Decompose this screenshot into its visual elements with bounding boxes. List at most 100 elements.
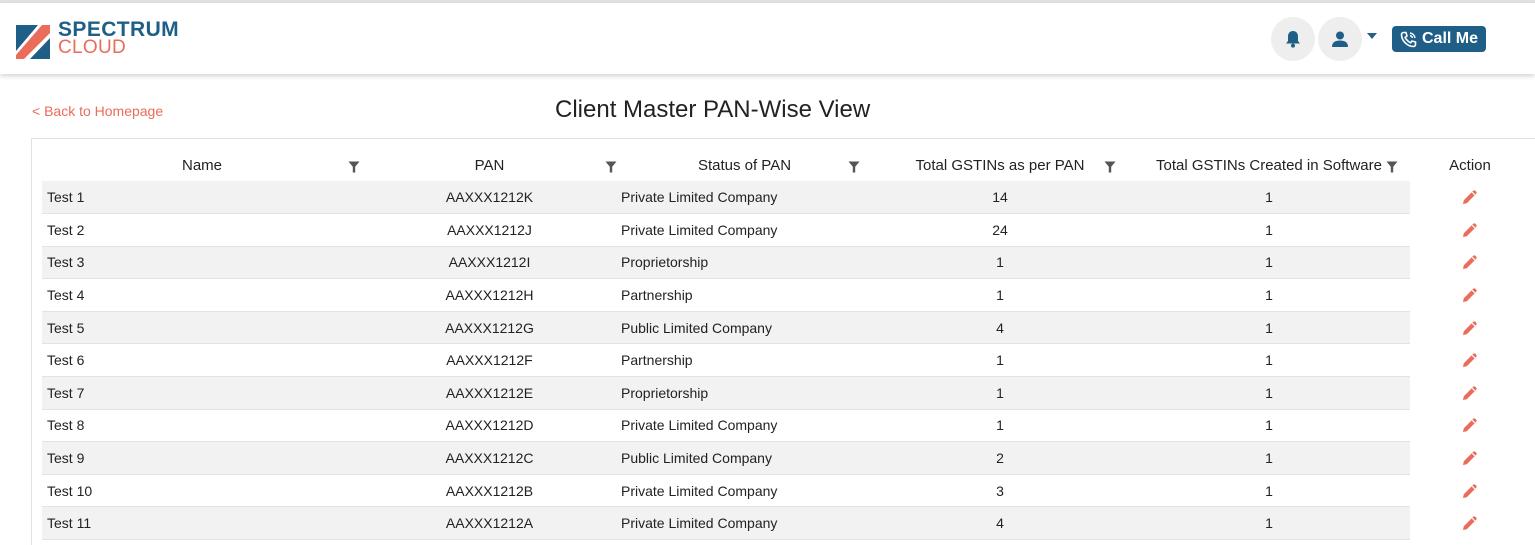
edit-action-cell[interactable] <box>1410 311 1530 344</box>
gstins-created-cell: 1 <box>1128 474 1410 508</box>
table-row[interactable]: Test 5 AAXXX1212G Public Limited Company 4 1 <box>42 311 1530 345</box>
table-row[interactable]: Test 7 AAXXX1212E Proprietorship 1 1 <box>42 376 1530 410</box>
table-header-row: Name PAN Status of PAN Total GSTINs as p… <box>42 150 1530 181</box>
edit-pencil-icon[interactable] <box>1460 513 1480 533</box>
column-header-pan[interactable]: PAN <box>362 150 617 181</box>
gstins-per-pan-cell: 2 <box>872 441 1128 475</box>
edit-pencil-icon[interactable] <box>1460 481 1480 501</box>
client-name-link[interactable]: Test 11 <box>42 506 362 541</box>
pan-cell: AAXXX1212H <box>362 278 617 312</box>
edit-pencil-icon[interactable] <box>1460 383 1480 403</box>
top-header: SPECTRUM CLOUD Call Me <box>0 3 1535 74</box>
edit-action-cell[interactable] <box>1410 507 1530 540</box>
client-name-link[interactable]: Test 6 <box>42 343 362 378</box>
client-name-link[interactable]: Test 4 <box>42 278 362 312</box>
column-header-label: Action <box>1449 157 1491 174</box>
column-header-gstins-per-pan[interactable]: Total GSTINs as per PAN <box>872 150 1128 181</box>
filter-icon[interactable] <box>1104 161 1116 173</box>
edit-pencil-icon[interactable] <box>1460 252 1480 272</box>
edit-action-cell[interactable] <box>1410 474 1530 507</box>
logo-mark-icon <box>16 25 50 59</box>
column-header-name[interactable]: Name <box>42 150 362 181</box>
edit-pencil-icon[interactable] <box>1460 220 1480 240</box>
column-header-action: Action <box>1410 150 1530 181</box>
brand-name-line2: CLOUD <box>58 37 127 58</box>
client-name-link[interactable]: Test 7 <box>42 376 362 410</box>
pan-cell: AAXXX1212F <box>362 343 617 378</box>
gstins-created-cell: 1 <box>1128 441 1410 475</box>
table-row[interactable]: Test 10 AAXXX1212B Private Limited Company… <box>42 474 1530 508</box>
table-row[interactable]: Test 11 AAXXX1212A Private Limited Company… <box>42 506 1530 541</box>
gstins-per-pan-cell: 14 <box>872 181 1128 215</box>
brand-logo[interactable]: SPECTRUM CLOUD <box>16 19 179 61</box>
table-row[interactable]: Test 9 AAXXX1212C Public Limited Company 2 1 <box>42 441 1530 475</box>
edit-action-cell[interactable] <box>1410 409 1530 442</box>
pan-cell: AAXXX1212I <box>362 246 617 280</box>
edit-action-cell[interactable] <box>1410 181 1530 214</box>
client-name-link[interactable]: Test 9 <box>42 441 362 475</box>
filter-icon[interactable] <box>1386 161 1398 173</box>
status-cell: Proprietorship <box>617 376 872 410</box>
pan-cell: AAXXX1212J <box>362 213 617 247</box>
status-cell: Public Limited Company <box>617 311 872 345</box>
edit-pencil-icon[interactable] <box>1460 318 1480 338</box>
edit-pencil-icon[interactable] <box>1460 187 1480 207</box>
column-header-gstins-created[interactable]: Total GSTINs Created in Software <box>1128 150 1410 181</box>
pan-cell: AAXXX1212G <box>362 311 617 345</box>
filter-icon[interactable] <box>605 161 617 173</box>
edit-action-cell[interactable] <box>1410 214 1530 247</box>
table-row[interactable]: Test 4 AAXXX1212H Partnership 1 1 <box>42 278 1530 312</box>
gstins-per-pan-cell: 1 <box>872 246 1128 280</box>
user-icon <box>1332 31 1348 47</box>
table-row[interactable]: Test 3 AAXXX1212I Proprietorship 1 1 <box>42 246 1530 280</box>
gstins-created-cell: 1 <box>1128 213 1410 247</box>
pan-cell: AAXXX1212E <box>362 376 617 410</box>
status-cell: Private Limited Company <box>617 474 872 508</box>
chevron-down-icon[interactable] <box>1367 33 1377 39</box>
pan-cell: AAXXX1212B <box>362 474 617 508</box>
edit-pencil-icon[interactable] <box>1460 415 1480 435</box>
gstins-per-pan-cell: 24 <box>872 213 1128 247</box>
column-header-status[interactable]: Status of PAN <box>617 150 872 181</box>
bell-icon <box>1286 31 1300 48</box>
gstins-per-pan-cell: 1 <box>872 409 1128 443</box>
user-menu-button[interactable] <box>1318 17 1362 61</box>
gstins-per-pan-cell: 3 <box>872 474 1128 508</box>
gstins-per-pan-cell: 1 <box>872 278 1128 312</box>
column-header-label: Status of PAN <box>697 157 792 174</box>
edit-pencil-icon[interactable] <box>1460 350 1480 370</box>
notifications-button[interactable] <box>1271 17 1315 61</box>
edit-pencil-icon[interactable] <box>1460 448 1480 468</box>
status-cell: Proprietorship <box>617 246 872 280</box>
edit-action-cell[interactable] <box>1410 377 1530 410</box>
client-name-link[interactable]: Test 2 <box>42 213 362 247</box>
back-to-homepage-link[interactable]: < Back to Homepage <box>32 103 163 119</box>
gstins-per-pan-cell: 1 <box>872 376 1128 410</box>
edit-action-cell[interactable] <box>1410 246 1530 279</box>
client-name-link[interactable]: Test 10 <box>42 474 362 508</box>
edit-action-cell[interactable] <box>1410 279 1530 312</box>
table-body: Test 1 AAXXX1212K Private Limited Company 1… <box>42 181 1530 541</box>
table-row[interactable]: Test 8 AAXXX1212D Private Limited Company 1… <box>42 409 1530 443</box>
table-row[interactable]: Test 6 AAXXX1212F Partnership 1 1 <box>42 343 1530 378</box>
client-name-link[interactable]: Test 3 <box>42 246 362 280</box>
client-name-link[interactable]: Test 8 <box>42 409 362 443</box>
table-row[interactable]: Test 2 AAXXX1212J Private Limited Company 2… <box>42 213 1530 247</box>
client-name-link[interactable]: Test 1 <box>42 181 362 215</box>
filter-icon[interactable] <box>848 161 860 173</box>
edit-action-cell[interactable] <box>1410 344 1530 377</box>
pan-cell: AAXXX1212D <box>362 409 617 443</box>
client-pan-table: Name PAN Status of PAN Total GSTINs as p… <box>42 150 1530 541</box>
edit-action-cell[interactable] <box>1410 442 1530 475</box>
edit-pencil-icon[interactable] <box>1460 285 1480 305</box>
status-cell: Partnership <box>617 343 872 378</box>
filter-icon[interactable] <box>348 161 360 173</box>
gstins-created-cell: 1 <box>1128 246 1410 280</box>
table-row[interactable]: Test 1 AAXXX1212K Private Limited Company 1… <box>42 181 1530 215</box>
pan-cell: AAXXX1212K <box>362 181 617 215</box>
brand-name: SPECTRUM CLOUD <box>58 19 179 58</box>
column-header-label: Total GSTINs Created in Software <box>1156 157 1382 174</box>
column-header-label: Total GSTINs as per PAN <box>915 157 1085 174</box>
call-me-button[interactable]: Call Me <box>1392 26 1486 52</box>
client-name-link[interactable]: Test 5 <box>42 311 362 345</box>
